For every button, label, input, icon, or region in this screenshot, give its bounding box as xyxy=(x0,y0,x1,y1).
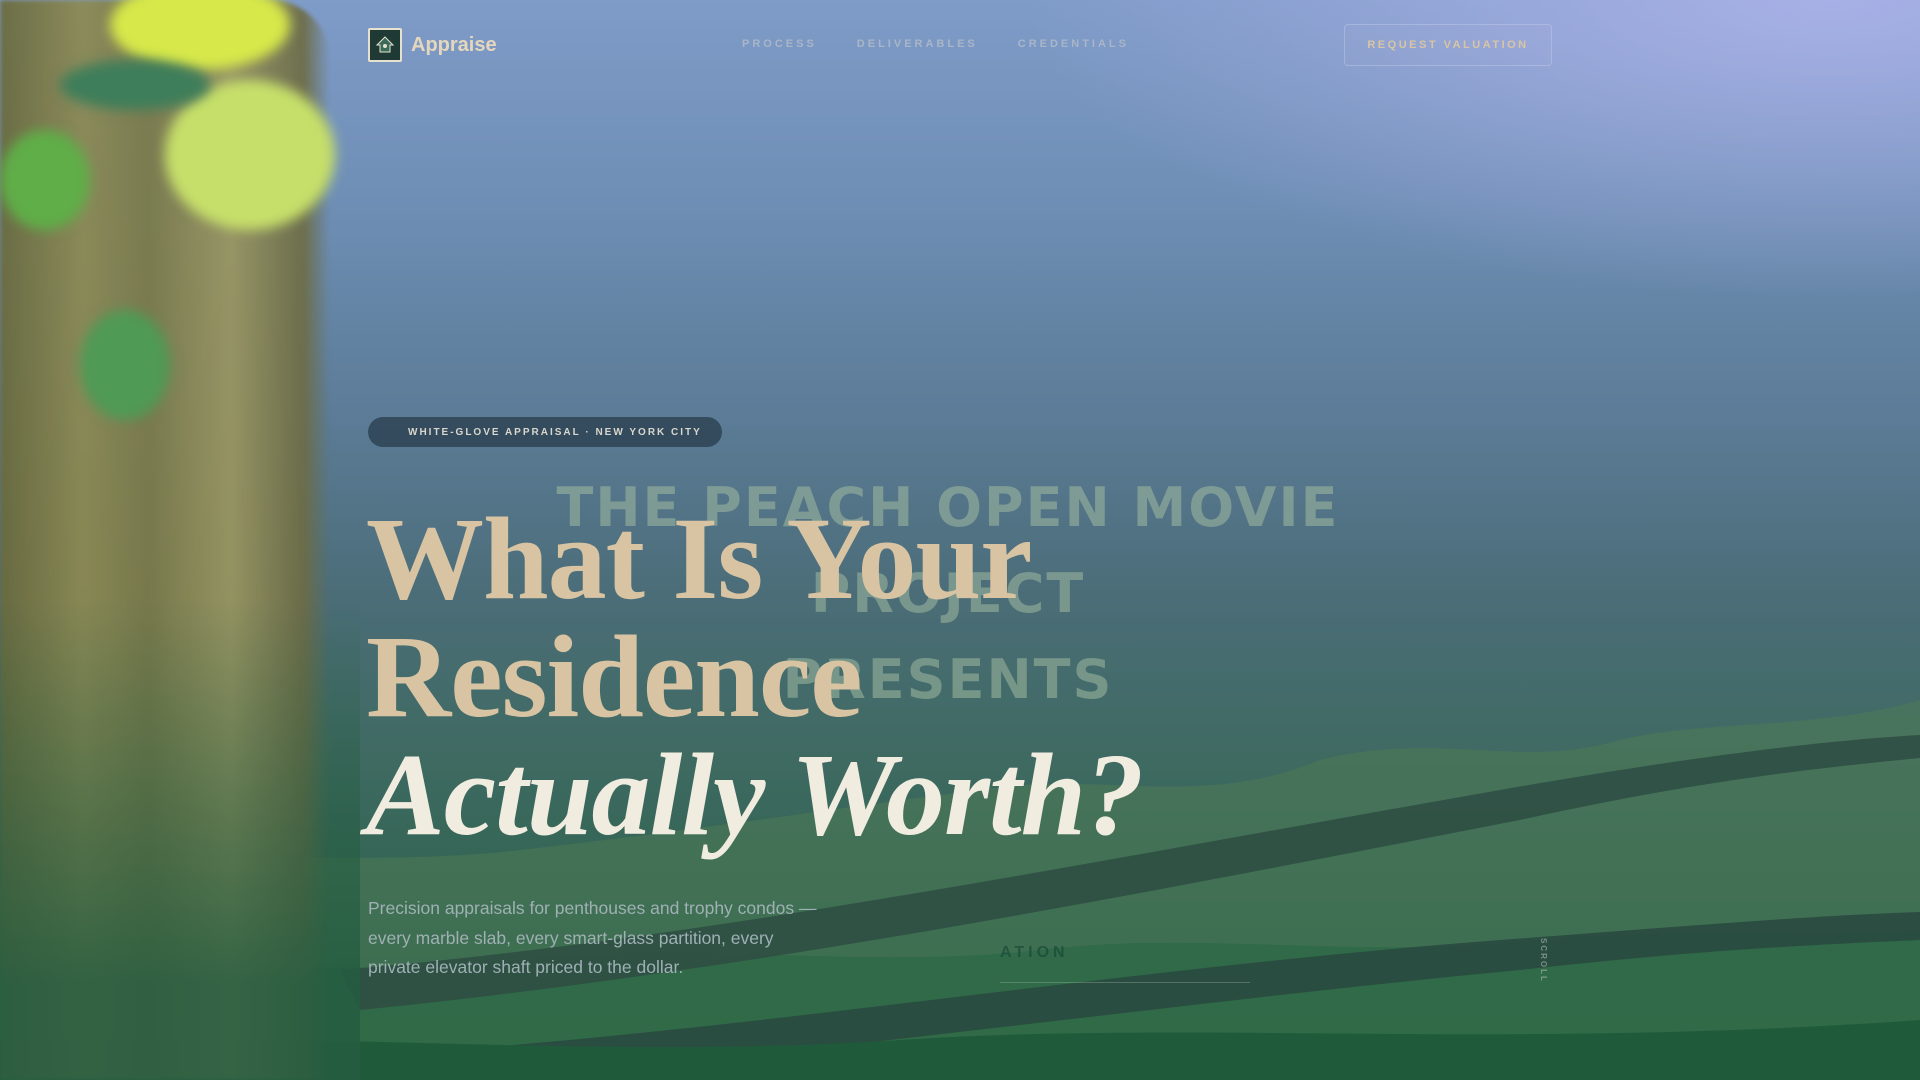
hero-badge: WHITE-GLOVE APPRAISAL · NEW YORK CITY xyxy=(368,417,722,447)
request-valuation-button[interactable]: REQUEST VALUATION xyxy=(1344,24,1552,66)
ghost-cta-underline xyxy=(1000,982,1250,983)
hero-headline: What Is Your Residence Actually Worth? xyxy=(366,493,1144,860)
brand-logo-link[interactable]: Appraise xyxy=(368,28,497,62)
leaf-blur xyxy=(165,80,335,230)
leaf-blur xyxy=(80,310,170,420)
nav-links: PROCESS DELIVERABLES CREDENTIALS xyxy=(742,38,1129,50)
logo-house-icon xyxy=(368,28,402,62)
scroll-indicator[interactable]: SCROLL xyxy=(1539,938,1548,983)
brand-name: Appraise xyxy=(411,33,497,56)
hero-stage: THE PEACH OPEN MOVIE PROJECT PRESENTS AT… xyxy=(0,0,1920,1080)
nav-link-credentials[interactable]: CREDENTIALS xyxy=(1018,38,1129,50)
nav-link-deliverables[interactable]: DELIVERABLES xyxy=(857,38,978,50)
nav-link-process[interactable]: PROCESS xyxy=(742,38,817,50)
ghost-cta-text: ATION xyxy=(1000,944,1069,961)
headline-line2: Residence xyxy=(366,611,863,742)
headline-line3: Actually Worth? xyxy=(366,729,1144,860)
headline-line1: What Is Your xyxy=(366,493,1033,624)
hero-subtext: Precision appraisals for penthouses and … xyxy=(368,898,817,977)
top-nav: Appraise PROCESS DELIVERABLES CREDENTIAL… xyxy=(0,0,1920,90)
leaf-blur xyxy=(0,130,90,230)
trunk-shade xyxy=(0,600,360,1080)
